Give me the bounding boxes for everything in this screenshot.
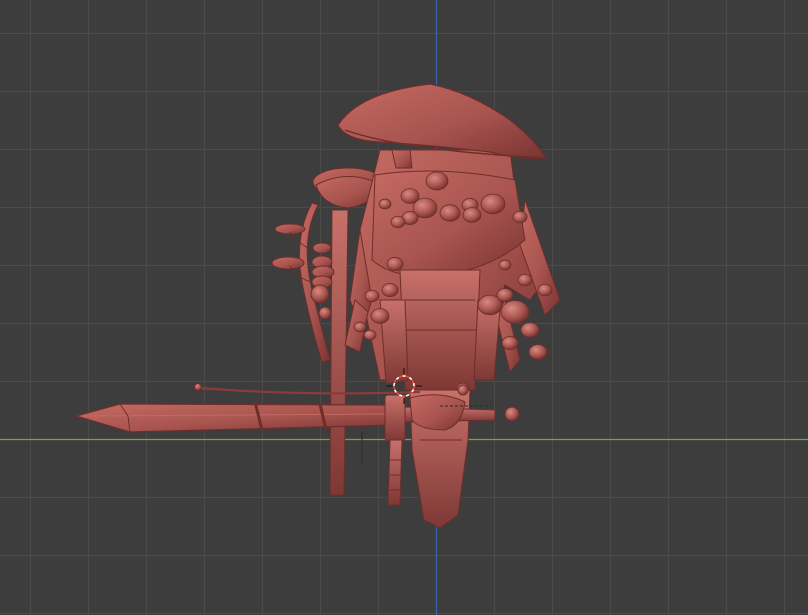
mushroom-cap — [496, 288, 514, 302]
mushroom-cap — [425, 171, 449, 191]
mushroom-cap — [370, 308, 390, 324]
mushroom-cap — [364, 289, 380, 303]
mushroom-cap — [386, 257, 404, 271]
mushroom-warrior-model[interactable] — [73, 83, 561, 529]
mushroom-cap — [378, 198, 392, 210]
mushroom-cap — [353, 321, 367, 333]
head-mesh[interactable] — [391, 149, 413, 169]
mushroom-cap — [498, 259, 512, 271]
mushroom-cap — [381, 283, 399, 297]
3d-viewport[interactable] — [0, 0, 808, 615]
mushroom-cap — [501, 336, 519, 350]
bone-arm-mesh[interactable] — [271, 202, 335, 363]
viewport-canvas[interactable] — [0, 0, 808, 615]
mushroom-cap — [520, 322, 540, 338]
mushroom-cap — [528, 344, 548, 360]
mushroom-cap — [500, 300, 530, 324]
mushroom-cap — [439, 204, 461, 222]
mushroom-cap — [363, 329, 377, 341]
mushroom-cap — [390, 215, 406, 229]
mushroom-cap — [480, 193, 506, 215]
hat-mesh[interactable] — [337, 83, 548, 159]
mushroom-cap — [517, 273, 533, 287]
mushroom-cap — [512, 210, 528, 224]
mushroom-cap — [462, 207, 482, 223]
mushroom-cap — [537, 283, 553, 297]
